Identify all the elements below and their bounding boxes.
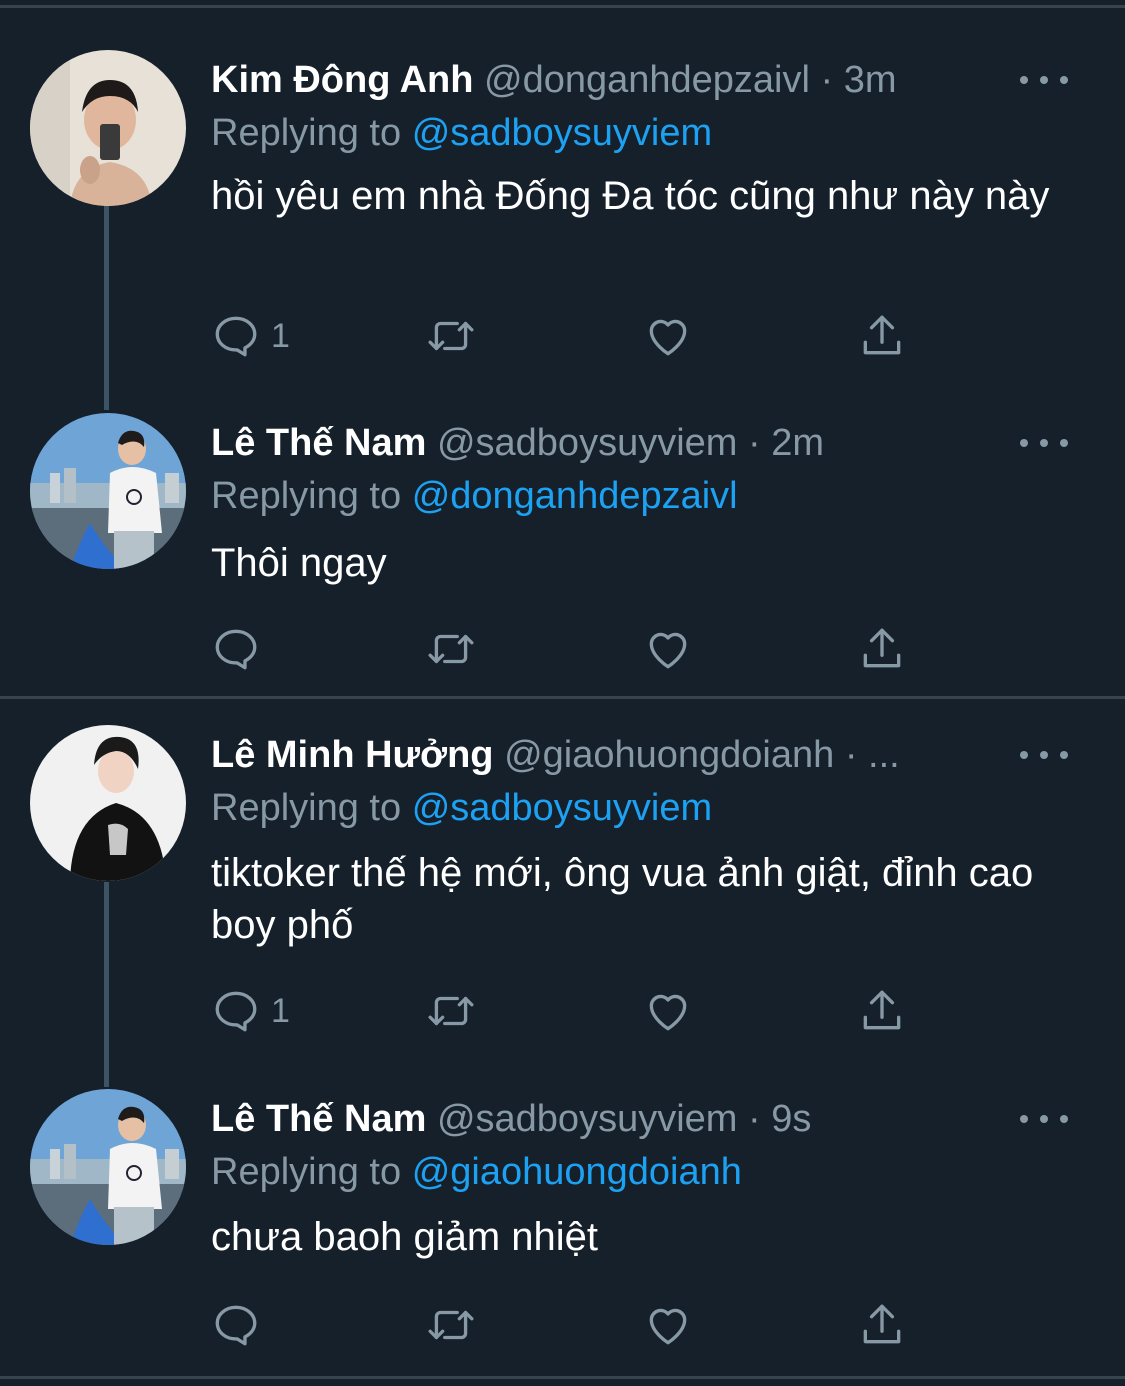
like-button[interactable] [643,310,693,362]
mention-link[interactable]: @sadboysuyviem [412,112,712,154]
share-button[interactable] [857,310,907,362]
replying-to: Replying to @donganhdepzaivl [211,471,738,521]
like-button[interactable] [643,623,693,675]
more-options-icon[interactable] [1020,1104,1068,1134]
tweet[interactable]: Lê Minh Hưởng @giaohuongdoianh · ... Rep… [0,725,1125,1035]
truncation-ellipsis: ... [868,734,900,776]
retweet-button[interactable] [426,623,476,675]
tweet-text: tiktoker thế hệ mới, ông vua ảnh giật, đ… [211,851,1034,947]
retweet-button[interactable] [426,310,476,362]
retweet-arrows-icon [428,1310,474,1340]
tweet-header: Lê Thế Nam @sadboysuyviem · 2m [211,418,1001,468]
tweet-text: chưa baoh giảm nhiệt [211,1215,599,1259]
display-name[interactable]: Kim Đông Anh [211,59,473,101]
more-options-icon[interactable] [1020,65,1068,95]
replying-to-label: Replying to [211,1151,402,1193]
separator: · [820,59,834,101]
replying-to: Replying to @sadboysuyviem [211,783,712,833]
mention-link[interactable]: @giaohuongdoianh [412,1151,742,1193]
share-button[interactable] [857,623,907,675]
tweet[interactable]: Lê Thế Nam @sadboysuyviem · 9s Replying … [0,1089,1125,1359]
tweet[interactable]: Kim Đông Anh @donganhdepzaivl · 3m Reply… [0,50,1125,360]
user-handle[interactable]: @giaohuongdoianh [504,734,834,776]
speech-bubble-icon [215,316,257,357]
avatar[interactable] [30,1089,186,1245]
replying-to: Replying to @giaohuongdoianh [211,1147,742,1197]
tweet-text: hồi yêu em nhà Đống Đa tóc cũng như này … [211,174,1050,218]
user-handle[interactable]: @sadboysuyviem [437,422,737,464]
user-handle[interactable]: @donganhdepzaivl [484,59,810,101]
tweet-actions: 1 [211,310,931,362]
separator: · [844,734,858,776]
replying-to-label: Replying to [211,787,402,829]
display-name[interactable]: Lê Thế Nam [211,1098,426,1140]
heart-outline-icon [649,1308,687,1345]
avatar[interactable] [30,50,186,206]
timestamp[interactable]: 3m [844,59,897,101]
speech-bubble-icon [215,629,257,670]
avatar-photo-black-hoodie-icon [30,725,186,881]
retweet-arrows-icon [428,996,474,1026]
avatar[interactable] [30,725,186,881]
more-options-icon[interactable] [1020,428,1068,458]
reply-button[interactable] [211,623,271,675]
separator: · [748,422,761,464]
share-upload-icon [863,628,901,668]
share-button[interactable] [857,985,907,1037]
retweet-button[interactable] [426,1299,476,1351]
mention-link[interactable]: @sadboysuyviem [412,787,712,829]
avatar-photo-mirror-selfie-icon [30,50,186,206]
timestamp[interactable]: 2m [771,422,824,464]
reply-count: 1 [271,316,290,355]
avatar-photo-boat-city-icon [30,413,186,569]
reply-count: 1 [271,991,290,1030]
display-name[interactable]: Lê Minh Hưởng [211,734,494,776]
tweet-actions: 1 [211,985,931,1037]
like-button[interactable] [643,1299,693,1351]
tweet-header: Lê Thế Nam @sadboysuyviem · 9s [211,1094,1001,1144]
divider-top [0,5,1125,8]
avatar[interactable] [30,413,186,569]
retweet-arrows-icon [428,321,474,351]
avatar-photo-boat-city-icon [30,1089,186,1245]
user-handle[interactable]: @sadboysuyviem [437,1098,737,1140]
tweet-text: Thôi ngay [211,541,387,585]
tweet-actions [211,623,931,675]
speech-bubble-icon [215,1305,257,1346]
replying-to-label: Replying to [211,475,402,517]
divider-middle [0,696,1125,699]
divider-bottom [0,1376,1125,1379]
tweet-actions [211,1299,931,1351]
speech-bubble-icon [215,991,257,1032]
retweet-arrows-icon [428,634,474,664]
replying-to: Replying to @sadboysuyviem [211,108,712,158]
timestamp[interactable]: 9s [771,1098,811,1140]
share-upload-icon [863,990,901,1030]
display-name[interactable]: Lê Thế Nam [211,422,426,464]
heart-outline-icon [649,994,687,1031]
tweet-header: Kim Đông Anh @donganhdepzaivl · 3m [211,55,1001,105]
retweet-button[interactable] [426,985,476,1037]
tweet-header: Lê Minh Hưởng @giaohuongdoianh · ... [211,730,1001,780]
heart-outline-icon [649,632,687,669]
separator: · [748,1098,761,1140]
reply-button[interactable]: 1 [211,310,290,362]
reply-button[interactable]: 1 [211,985,290,1037]
replying-to-label: Replying to [211,112,402,154]
share-upload-icon [863,315,901,355]
heart-outline-icon [649,319,687,356]
like-button[interactable] [643,985,693,1037]
more-options-icon[interactable] [1020,740,1068,770]
reply-button[interactable] [211,1299,271,1351]
share-button[interactable] [857,1299,907,1351]
mention-link[interactable]: @donganhdepzaivl [412,475,738,517]
share-upload-icon [863,1304,901,1344]
tweet[interactable]: Lê Thế Nam @sadboysuyviem · 2m Replying … [0,413,1125,683]
